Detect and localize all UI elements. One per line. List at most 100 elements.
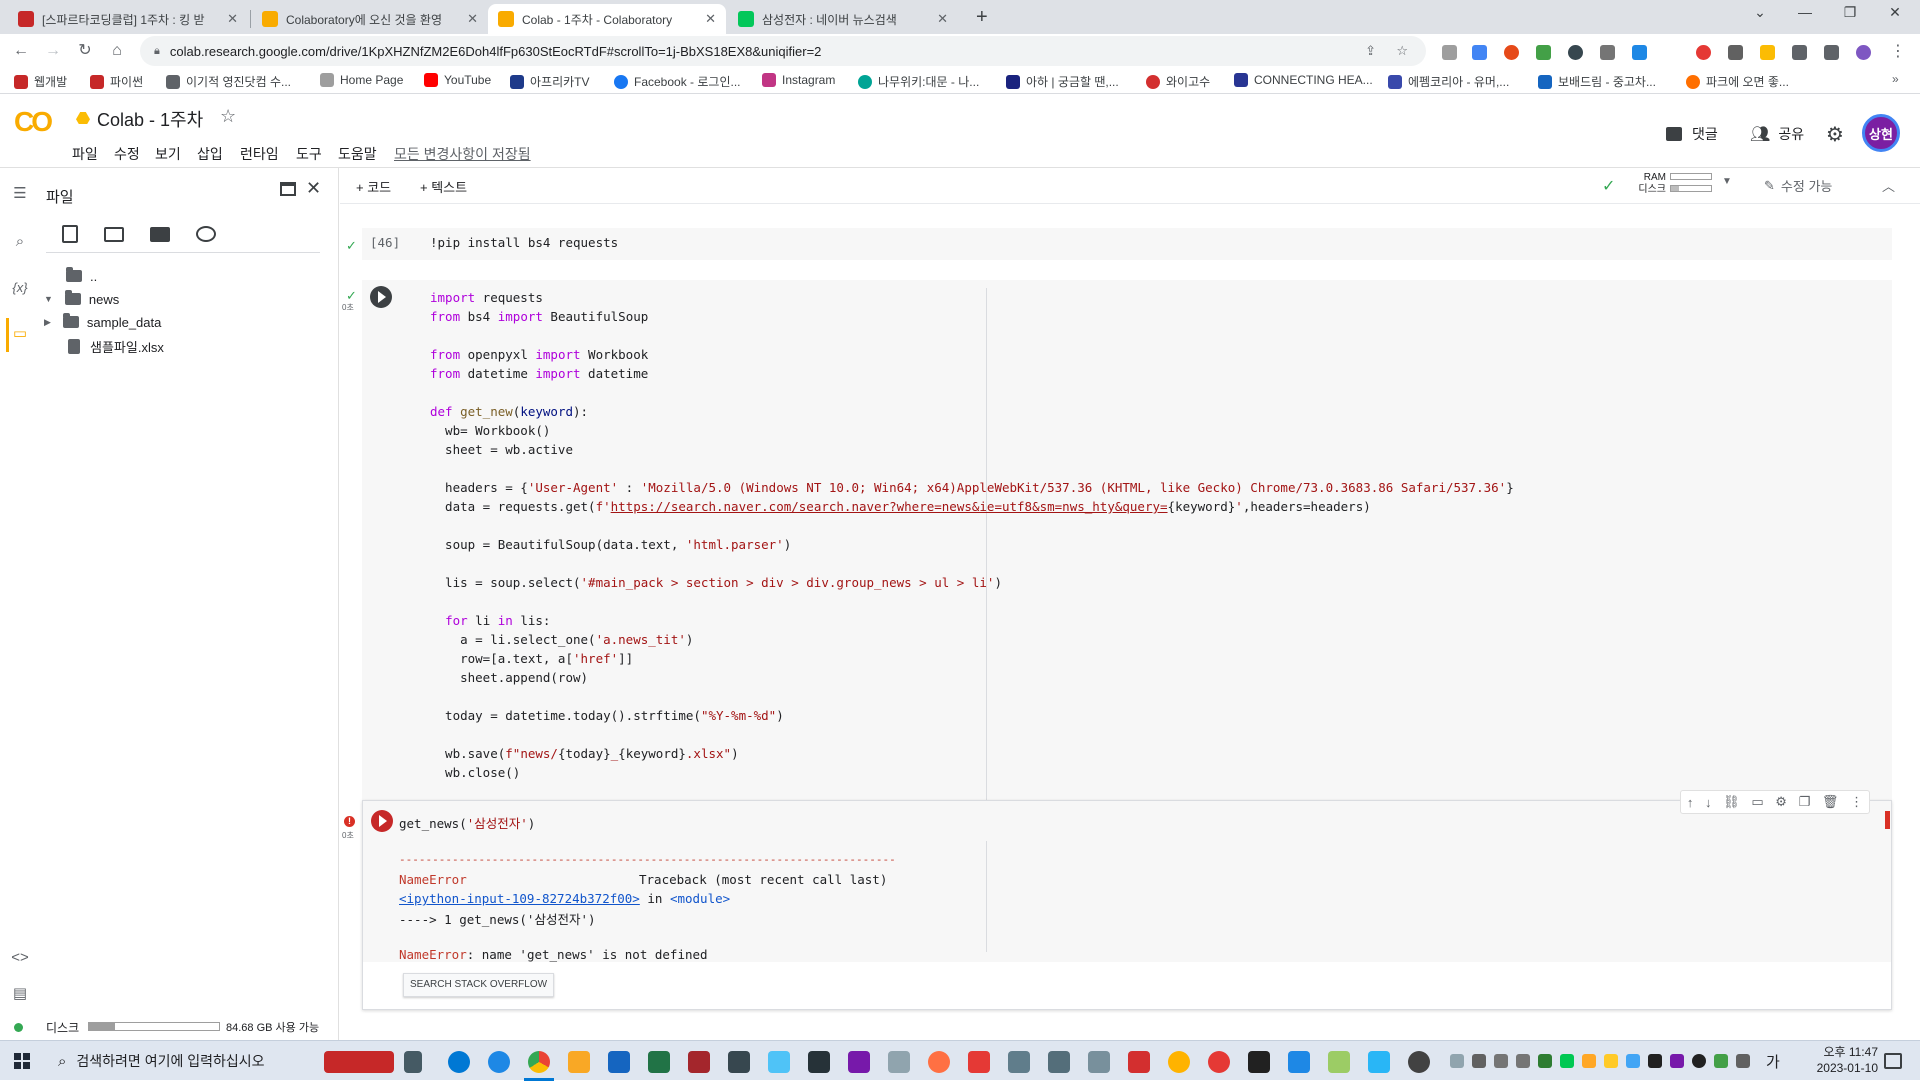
- star-icon[interactable]: ☆: [220, 106, 236, 127]
- tray-icon[interactable]: [1626, 1054, 1640, 1068]
- camera-icon[interactable]: [1048, 1051, 1070, 1073]
- comment-button[interactable]: 댓글: [1666, 124, 1718, 144]
- edge-icon[interactable]: [448, 1051, 470, 1073]
- hide-files-icon[interactable]: [196, 226, 216, 242]
- sidepanel-icon[interactable]: [1824, 45, 1839, 60]
- share-button[interactable]: 👥︎ 공유: [1750, 124, 1804, 144]
- menu-help[interactable]: 도움말: [338, 144, 377, 164]
- notebook-title[interactable]: Colab - 1주차: [97, 106, 203, 132]
- settings-gear-icon[interactable]: ⚙: [1775, 794, 1787, 810]
- variables-icon[interactable]: {x}: [10, 278, 30, 298]
- app-icon[interactable]: [968, 1051, 990, 1073]
- move-up-icon[interactable]: ↑: [1687, 795, 1694, 810]
- profile-avatar-icon[interactable]: [1856, 45, 1871, 60]
- search-stack-overflow-button[interactable]: SEARCH STACK OVERFLOW: [403, 973, 555, 997]
- browser-tab[interactable]: [스파르타코딩클럽] 1주차 : 킹 받 ✕: [8, 4, 248, 34]
- reload-icon[interactable]: ↻: [74, 40, 96, 62]
- app-icon[interactable]: [1128, 1051, 1150, 1073]
- chevron-up-icon[interactable]: ︿: [1882, 176, 1895, 195]
- wifi-icon[interactable]: [1494, 1054, 1508, 1068]
- edit-mode-button[interactable]: ✎ 수정 가능: [1764, 176, 1832, 195]
- clock[interactable]: 오후 11:47 2023-01-10: [1792, 1044, 1878, 1076]
- app-icon[interactable]: [928, 1051, 950, 1073]
- back-icon[interactable]: ←: [10, 40, 32, 62]
- close-icon[interactable]: ✕: [705, 11, 716, 27]
- app-icon[interactable]: [1088, 1051, 1110, 1073]
- tray-icon[interactable]: [1472, 1054, 1486, 1068]
- app-icon[interactable]: [1328, 1051, 1350, 1073]
- menu-edit[interactable]: 수정: [114, 144, 140, 164]
- add-text-button[interactable]: + 텍스트: [420, 177, 467, 196]
- add-code-button[interactable]: + 코드: [356, 177, 391, 196]
- tray-icon[interactable]: [1538, 1054, 1552, 1068]
- close-icon[interactable]: ✕: [227, 11, 238, 27]
- cell-source[interactable]: get_news('삼성전자'): [399, 813, 535, 832]
- settings-gear-icon[interactable]: ⚙: [1826, 122, 1844, 147]
- browser-tab[interactable]: Colaboratory에 오신 것을 환영 ✕: [252, 4, 488, 34]
- tree-item-sample-data[interactable]: ▶ sample_data: [44, 311, 161, 333]
- close-icon[interactable]: ✕: [306, 178, 321, 199]
- saved-status[interactable]: 모든 변경사항이 저장됨: [394, 144, 531, 164]
- bookmark-item[interactable]: 아하 | 궁금할 땐,...: [1006, 73, 1119, 90]
- colab-logo[interactable]: CO: [14, 106, 53, 138]
- extension-icon[interactable]: [1504, 45, 1519, 60]
- toc-icon[interactable]: ☰: [10, 184, 30, 204]
- new-folder-icon[interactable]: [104, 227, 124, 242]
- share-page-icon[interactable]: ⇪: [1365, 43, 1376, 59]
- browser-tab-active[interactable]: Colab - 1주차 - Colaboratory ✕: [488, 4, 726, 34]
- volume-icon[interactable]: [1516, 1054, 1530, 1068]
- minimize-icon[interactable]: —: [1785, 4, 1825, 20]
- window-close-icon[interactable]: ✕: [1875, 4, 1915, 21]
- maximize-icon[interactable]: ❐: [1830, 4, 1870, 21]
- cell-source[interactable]: !pip install bs4 requests: [430, 235, 618, 250]
- extension-icon[interactable]: [1728, 45, 1743, 60]
- file-explorer-icon[interactable]: [568, 1051, 590, 1073]
- bookmark-item[interactable]: YouTube: [424, 73, 491, 87]
- app-icon[interactable]: [768, 1051, 790, 1073]
- task-view-icon[interactable]: [404, 1051, 422, 1073]
- bookmark-item[interactable]: 파크에 오면 좋...: [1686, 73, 1789, 90]
- tray-icon[interactable]: [1670, 1054, 1684, 1068]
- pen-icon[interactable]: [1736, 1054, 1750, 1068]
- bookmark-item[interactable]: 나무위키:대문 - 나...: [858, 73, 979, 90]
- mount-drive-icon[interactable]: [150, 227, 170, 242]
- chevron-down-icon[interactable]: ▼: [44, 294, 53, 304]
- menu-file[interactable]: 파일: [72, 144, 98, 164]
- tree-item-parent[interactable]: ..: [66, 265, 97, 287]
- bookmark-item[interactable]: CONNECTING HEA...: [1234, 73, 1373, 87]
- more-icon[interactable]: ⋮: [1850, 794, 1863, 810]
- adblock-icon[interactable]: [1696, 45, 1711, 60]
- calculator-icon[interactable]: [1008, 1051, 1030, 1073]
- tray-icon[interactable]: [1560, 1054, 1574, 1068]
- ime-indicator[interactable]: 가: [1766, 1051, 1780, 1072]
- extension-icon[interactable]: [1536, 45, 1551, 60]
- translate-icon[interactable]: [1472, 45, 1487, 60]
- new-tab-icon[interactable]: +: [976, 6, 988, 29]
- folder-icon[interactable]: ▭: [10, 324, 30, 344]
- notification-icon[interactable]: [1884, 1053, 1902, 1069]
- account-avatar[interactable]: 상현: [1862, 114, 1900, 152]
- move-down-icon[interactable]: ↓: [1705, 795, 1712, 810]
- app-icon[interactable]: [728, 1051, 750, 1073]
- menu-insert[interactable]: 삽입: [197, 144, 223, 164]
- comment-icon[interactable]: ▭: [1751, 794, 1763, 810]
- link-icon[interactable]: ⛓: [1723, 794, 1740, 810]
- map-pin-icon[interactable]: [1208, 1051, 1230, 1073]
- home-icon[interactable]: ⌂: [106, 40, 128, 62]
- tray-icon[interactable]: [1648, 1054, 1662, 1068]
- tree-item-xlsx[interactable]: 샘플파일.xlsx: [68, 335, 164, 357]
- tray-icon[interactable]: [1450, 1054, 1464, 1068]
- bookmark-item[interactable]: 웹개발: [14, 73, 67, 90]
- tab-search-icon[interactable]: ⌄: [1740, 4, 1780, 21]
- code-snippets-icon[interactable]: <>: [10, 948, 30, 968]
- forward-icon[interactable]: →: [42, 40, 64, 62]
- bookmark-item[interactable]: 이기적 영진닷컴 수...: [166, 73, 291, 90]
- kebab-menu-icon[interactable]: ⋮: [1890, 41, 1906, 61]
- resource-labels[interactable]: RAM 디스크: [1630, 172, 1666, 196]
- access-icon[interactable]: [688, 1051, 710, 1073]
- extension-icon[interactable]: [1442, 45, 1457, 60]
- tray-icon[interactable]: [1582, 1054, 1596, 1068]
- browser-tab[interactable]: 삼성전자 : 네이버 뉴스검색 ✕: [728, 4, 958, 34]
- menu-tools[interactable]: 도구: [296, 144, 322, 164]
- run-cell-button[interactable]: [371, 810, 393, 832]
